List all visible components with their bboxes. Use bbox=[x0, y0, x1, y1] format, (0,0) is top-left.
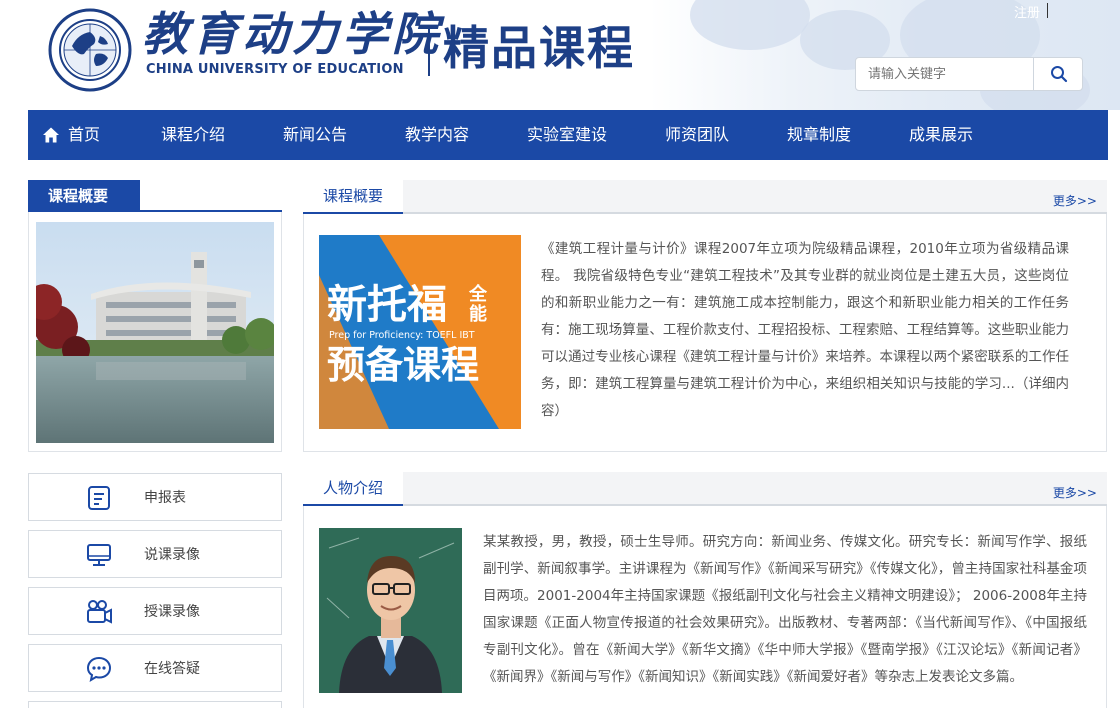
nav-label: 首页 bbox=[68, 125, 101, 144]
top-divider bbox=[1047, 3, 1048, 18]
overview-more-link[interactable]: 更多>> bbox=[1053, 192, 1097, 209]
camera-icon bbox=[87, 600, 112, 624]
search-icon bbox=[1051, 66, 1068, 83]
side-button-teaching-video[interactable]: 授课录像 bbox=[28, 587, 282, 635]
side-button-application-form[interactable]: 申报表 bbox=[28, 473, 282, 521]
side-button-label: 说课录像 bbox=[144, 547, 200, 563]
monitor-icon bbox=[87, 544, 111, 566]
promo-english-text: Prep for Proficiency: TOEFL IBT bbox=[329, 330, 475, 341]
logo-english-name: CHINA UNIVERSITY OF EDUCATION bbox=[146, 62, 404, 77]
search-input[interactable] bbox=[856, 58, 1034, 90]
professor-photo[interactable] bbox=[319, 528, 462, 693]
chat-icon bbox=[86, 656, 112, 683]
header: 教育动力学院 CHINA UNIVERSITY OF EDUCATION 精品课… bbox=[0, 0, 1120, 110]
nav-item-lab[interactable]: 实验室建设 bbox=[527, 110, 607, 160]
side-button-label: 授课录像 bbox=[144, 604, 200, 620]
promo-big-text-2: 预备课程 bbox=[327, 343, 480, 387]
side-button-label: 在线答疑 bbox=[144, 661, 200, 677]
campus-photo bbox=[36, 222, 274, 443]
home-icon bbox=[43, 127, 59, 143]
side-button-lecture-video[interactable]: 说课录像 bbox=[28, 530, 282, 578]
nav-item-home[interactable]: 首页 bbox=[42, 110, 100, 160]
nav-item-course-intro[interactable]: 课程介绍 bbox=[161, 110, 225, 160]
people-panel-title: 人物介绍 bbox=[303, 472, 404, 506]
logo-divider bbox=[428, 26, 430, 76]
sidebar-header: 课程概要 bbox=[28, 180, 282, 212]
register-link[interactable]: 注册 bbox=[1014, 2, 1040, 21]
side-button-partial[interactable] bbox=[28, 701, 282, 708]
nav-item-faculty[interactable]: 师资团队 bbox=[665, 110, 729, 160]
nav-item-achievements[interactable]: 成果展示 bbox=[909, 110, 973, 160]
search-button[interactable] bbox=[1033, 57, 1084, 91]
nav-item-regulations[interactable]: 规章制度 bbox=[787, 110, 851, 160]
logo-chinese-name: 教育动力学院 bbox=[142, 7, 442, 61]
people-description: 某某教授，男，教授，硕士生导师。研究方向：新闻业务、传媒文化。研究专长：新闻写作… bbox=[483, 534, 1087, 685]
side-button-label: 申报表 bbox=[144, 490, 186, 506]
promo-title-line1: 新托福 bbox=[327, 281, 447, 329]
overview-description: 《建筑工程计量与计价》课程2007年立项为院级精品课程，2010年立项为省级精品… bbox=[541, 241, 1069, 419]
people-panel-header: 人物介绍 更多>> bbox=[303, 472, 1107, 506]
university-emblem-logo bbox=[48, 8, 132, 92]
nav-item-teaching-content[interactable]: 教学内容 bbox=[405, 110, 469, 160]
toefl-promo-image[interactable]: 新托福 全能 Prep for Proficiency: TOEFL IBT 预… bbox=[319, 235, 521, 429]
overview-panel-title: 课程概要 bbox=[303, 180, 404, 214]
document-icon bbox=[88, 486, 110, 510]
promo-small-text: 全能 bbox=[469, 284, 487, 325]
search-box bbox=[855, 57, 1083, 91]
sidebar-title: 课程概要 bbox=[28, 180, 140, 212]
overview-panel-header: 课程概要 更多>> bbox=[303, 180, 1107, 214]
people-more-link[interactable]: 更多>> bbox=[1053, 484, 1097, 501]
main-nav: 首页 课程介绍 新闻公告 教学内容 实验室建设 师资团队 规章制度 成果展示 bbox=[28, 110, 1108, 160]
site-title: 精品课程 bbox=[443, 21, 635, 75]
side-button-online-qa[interactable]: 在线答疑 bbox=[28, 644, 282, 692]
nav-item-news[interactable]: 新闻公告 bbox=[283, 110, 347, 160]
promo-big-text-1: 新托福 bbox=[327, 282, 447, 328]
header-world-map-background bbox=[650, 0, 1120, 110]
